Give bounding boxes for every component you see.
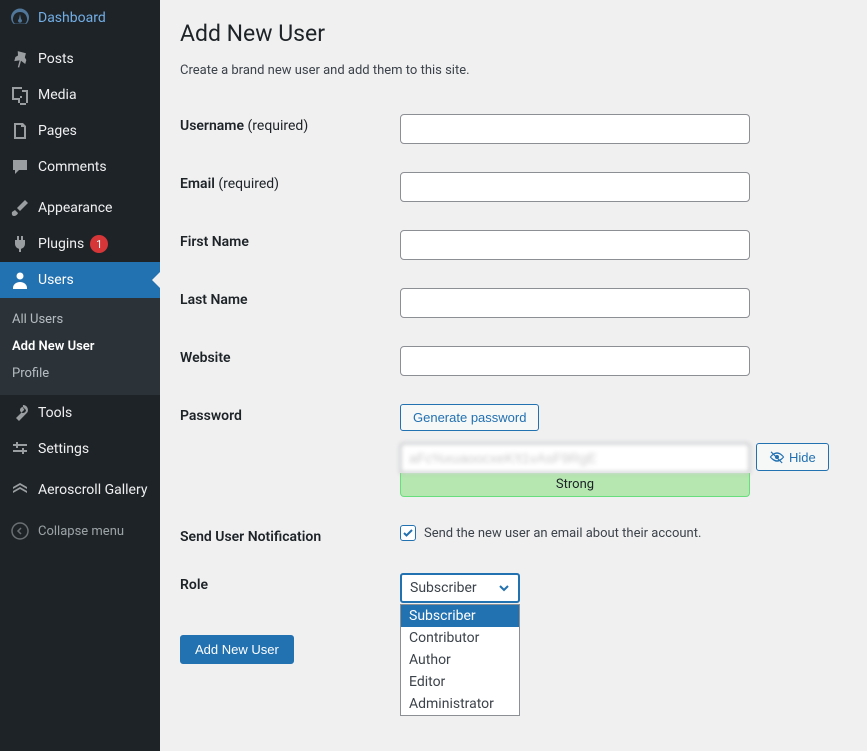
submenu-profile[interactable]: Profile bbox=[0, 360, 160, 387]
gallery-icon bbox=[10, 480, 30, 500]
eye-off-icon bbox=[769, 449, 785, 465]
wrench-icon bbox=[10, 403, 30, 423]
last-name-input[interactable] bbox=[400, 288, 750, 318]
role-option-editor[interactable]: Editor bbox=[401, 671, 519, 693]
notification-label: Send User Notification bbox=[180, 525, 400, 545]
menu-pages[interactable]: Pages bbox=[0, 113, 160, 149]
chevron-down-icon bbox=[498, 582, 510, 594]
menu-label: Dashboard bbox=[38, 10, 106, 26]
menu-label: Pages bbox=[38, 123, 77, 139]
role-option-author[interactable]: Author bbox=[401, 649, 519, 671]
menu-users[interactable]: Users bbox=[0, 262, 160, 298]
menu-appearance[interactable]: Appearance bbox=[0, 190, 160, 226]
row-username: Username (required) bbox=[180, 100, 847, 158]
submenu-add-new-user[interactable]: Add New User bbox=[0, 333, 160, 360]
email-input[interactable] bbox=[400, 172, 750, 202]
website-label: Website bbox=[180, 346, 400, 366]
menu-comments[interactable]: Comments bbox=[0, 149, 160, 185]
role-option-administrator[interactable]: Administrator bbox=[401, 693, 519, 715]
pin-icon bbox=[10, 49, 30, 69]
users-submenu: All Users Add New User Profile bbox=[0, 298, 160, 395]
menu-label: Media bbox=[38, 87, 77, 103]
row-notification: Send User Notification Send the new user… bbox=[180, 511, 847, 559]
main-content: Add New User Create a brand new user and… bbox=[160, 0, 867, 751]
menu-label: Settings bbox=[38, 441, 89, 457]
email-label: Email (required) bbox=[180, 172, 400, 192]
username-label: Username (required) bbox=[180, 114, 400, 134]
password-label: Password bbox=[180, 404, 400, 424]
row-website: Website bbox=[180, 332, 847, 390]
menu-posts[interactable]: Posts bbox=[0, 41, 160, 77]
role-select[interactable]: Subscriber bbox=[400, 573, 520, 603]
row-password: Password Generate password bbox=[180, 390, 847, 437]
page-icon bbox=[10, 121, 30, 141]
sliders-icon bbox=[10, 439, 30, 459]
website-input[interactable] bbox=[400, 346, 750, 376]
menu-label: Plugins bbox=[38, 236, 84, 252]
brush-icon bbox=[10, 198, 30, 218]
collapse-menu[interactable]: Collapse menu bbox=[0, 513, 160, 549]
generate-password-button[interactable]: Generate password bbox=[400, 404, 539, 431]
menu-dashboard[interactable]: Dashboard bbox=[0, 0, 160, 36]
menu-media[interactable]: Media bbox=[0, 77, 160, 113]
menu-tools[interactable]: Tools bbox=[0, 395, 160, 431]
menu-plugins[interactable]: Plugins 1 bbox=[0, 226, 160, 262]
menu-aeroscroll[interactable]: Aeroscroll Gallery bbox=[0, 472, 160, 508]
collapse-icon bbox=[10, 521, 30, 541]
first-name-input[interactable] bbox=[400, 230, 750, 260]
user-icon bbox=[10, 270, 30, 290]
role-option-subscriber[interactable]: Subscriber bbox=[401, 605, 519, 627]
menu-settings[interactable]: Settings bbox=[0, 431, 160, 467]
page-description: Create a brand new user and add them to … bbox=[180, 63, 847, 78]
add-new-user-button[interactable]: Add New User bbox=[180, 635, 294, 664]
row-role: Role Subscriber Subscriber Contributor A… bbox=[180, 559, 847, 617]
last-name-label: Last Name bbox=[180, 288, 400, 308]
role-dropdown: Subscriber Contributor Author Editor Adm… bbox=[400, 604, 520, 716]
menu-label: Appearance bbox=[38, 200, 112, 216]
row-email: Email (required) bbox=[180, 158, 847, 216]
role-label: Role bbox=[180, 573, 400, 593]
menu-label: Collapse menu bbox=[38, 524, 124, 539]
notification-text: Send the new user an email about their a… bbox=[424, 526, 701, 541]
menu-label: Comments bbox=[38, 159, 107, 175]
gauge-icon bbox=[10, 8, 30, 28]
row-last-name: Last Name bbox=[180, 274, 847, 332]
submenu-all-users[interactable]: All Users bbox=[0, 306, 160, 333]
menu-label: Tools bbox=[38, 405, 72, 421]
menu-label: Aeroscroll Gallery bbox=[38, 482, 147, 498]
first-name-label: First Name bbox=[180, 230, 400, 250]
hide-password-button[interactable]: Hide bbox=[756, 443, 829, 471]
media-icon bbox=[10, 85, 30, 105]
admin-sidebar: Dashboard Posts Media Pages Comments App… bbox=[0, 0, 160, 751]
menu-label: Users bbox=[38, 272, 74, 288]
row-password-input: Strong Hide bbox=[180, 437, 847, 511]
menu-label: Posts bbox=[38, 51, 74, 67]
username-input[interactable] bbox=[400, 114, 750, 144]
comment-icon bbox=[10, 157, 30, 177]
password-strength-indicator: Strong bbox=[400, 473, 750, 497]
plug-icon bbox=[10, 234, 30, 254]
password-input[interactable] bbox=[400, 443, 750, 473]
plugins-update-badge: 1 bbox=[90, 235, 108, 253]
page-title: Add New User bbox=[180, 20, 847, 47]
notification-checkbox[interactable] bbox=[400, 525, 416, 541]
row-first-name: First Name bbox=[180, 216, 847, 274]
role-option-contributor[interactable]: Contributor bbox=[401, 627, 519, 649]
